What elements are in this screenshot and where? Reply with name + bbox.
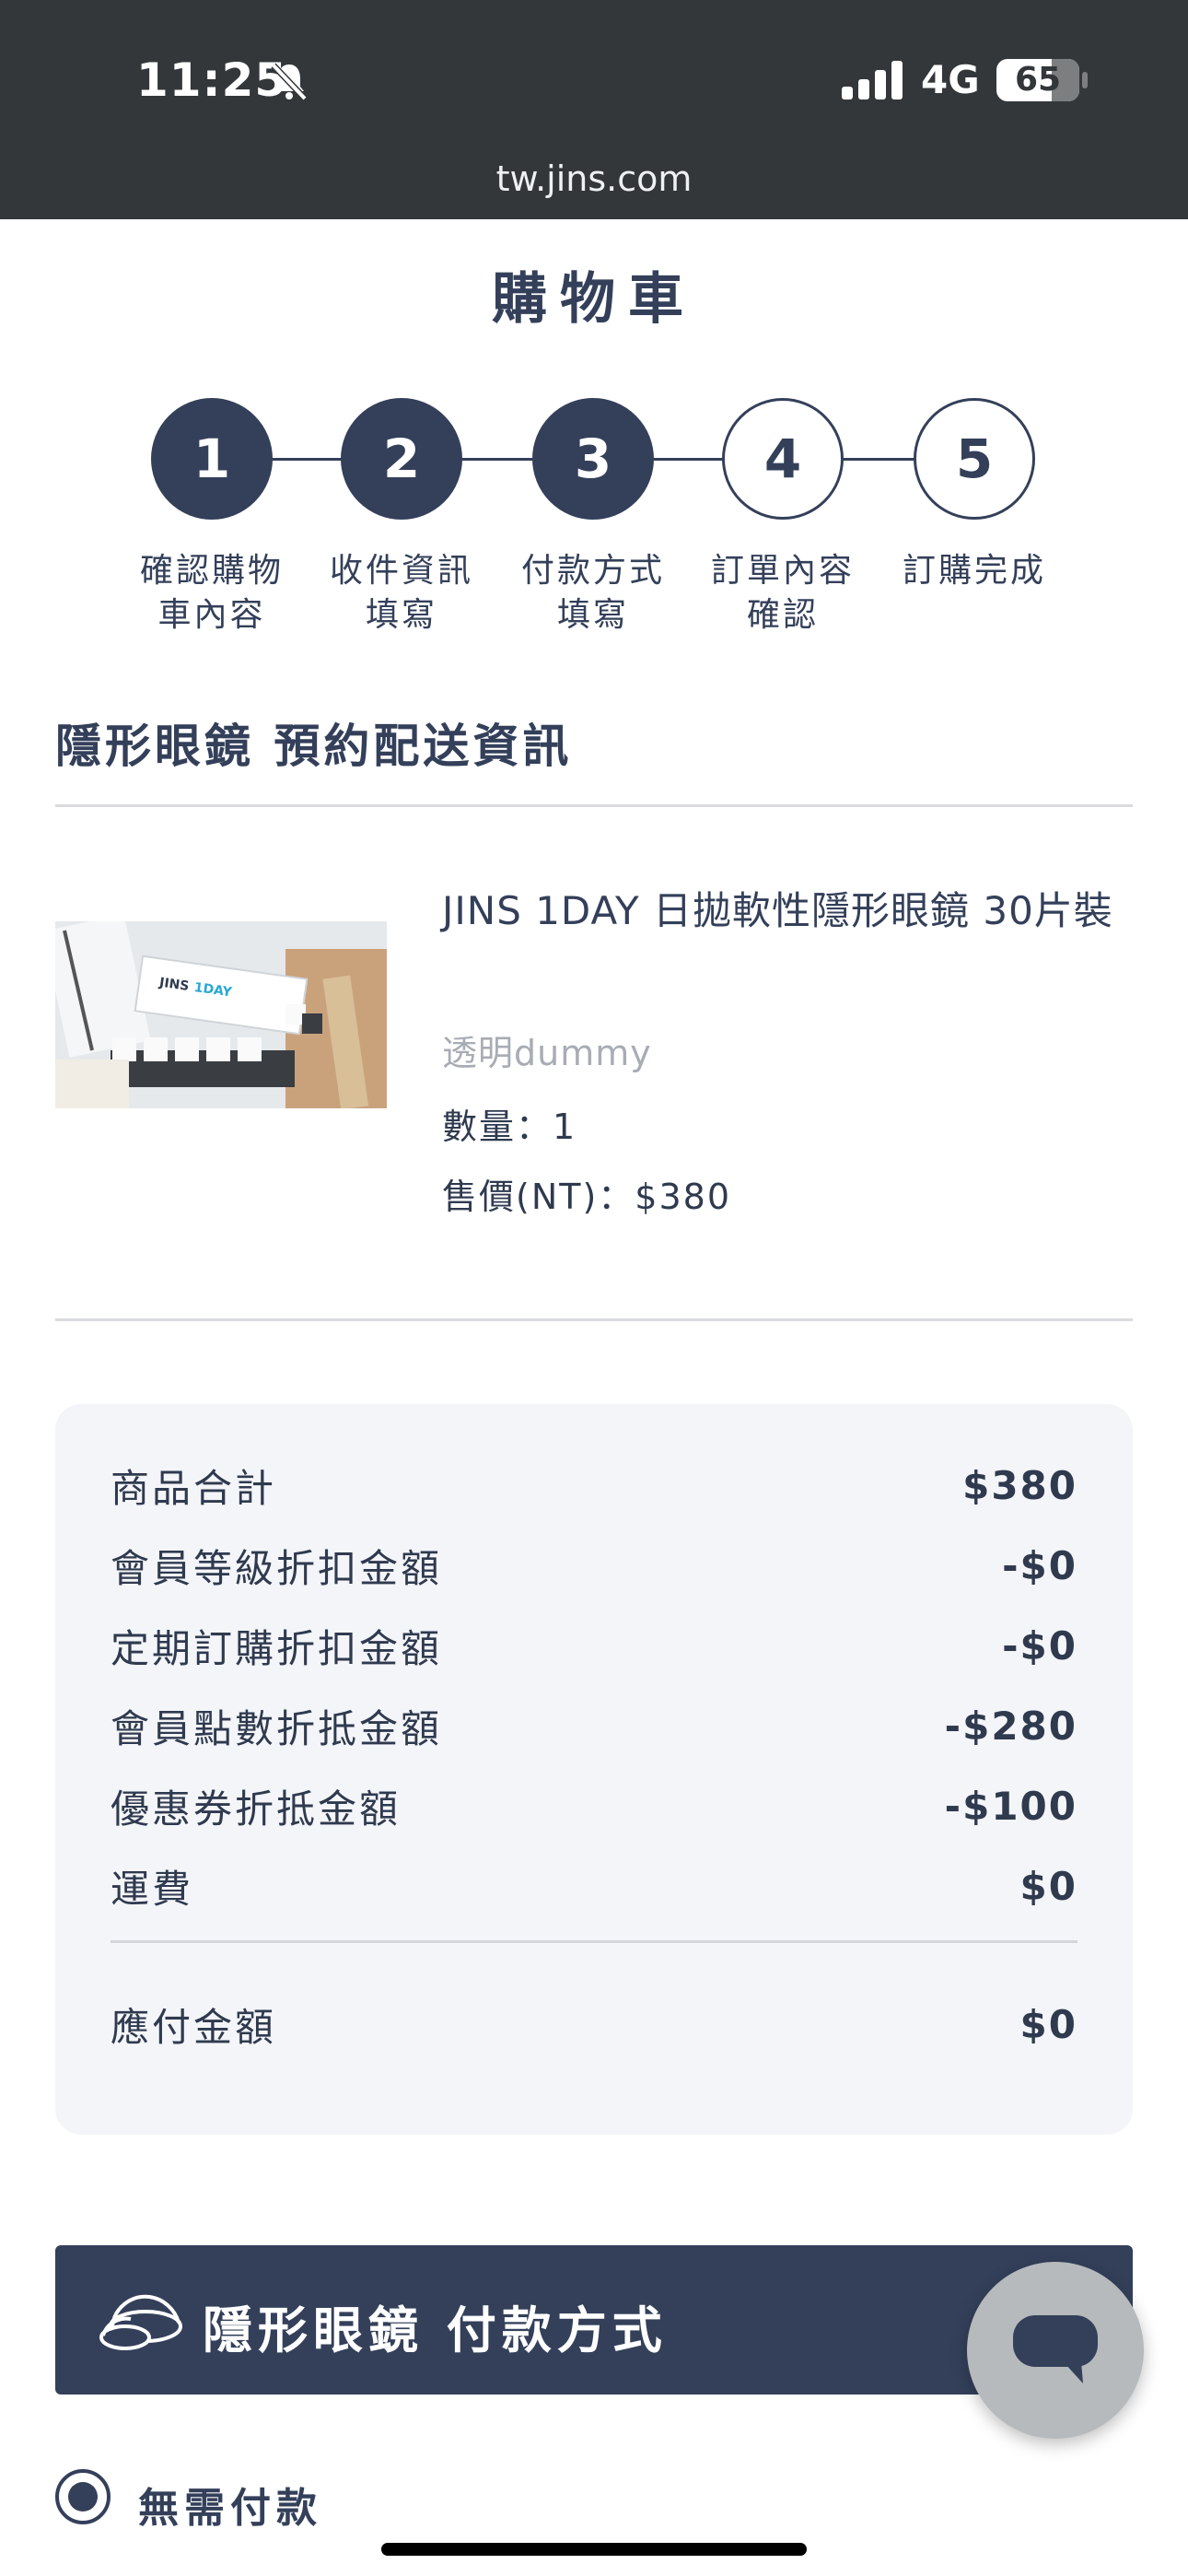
summary-label: 會員等級折扣金額 [111,1545,443,1591]
step-2: 2 收件資訊 填寫 [309,398,494,638]
browser-top-bar: 11:25 4G 65 tw.jins.com [0,0,1188,219]
product-image[interactable]: JINS 1DAY [55,921,387,1108]
contact-lens-icon [99,2294,182,2350]
step-label: 付款方式 填寫 [520,552,665,634]
summary-row-subtotal: 商品合計 $380 [111,1458,1077,1513]
order-summary: 商品合計 $380 會員等級折扣金額 -$0 定期訂購折扣金額 -$0 會員點數… [55,1404,1133,2135]
step-circle: 1 [151,398,273,520]
summary-row-total: 應付金額 $0 [111,1996,1077,2052]
step-4: 4 訂單內容 確認 [691,398,875,638]
payment-option-label[interactable]: 無需付款 [138,2475,322,2534]
summary-label: 商品合計 [111,1465,277,1511]
step-label: 收件資訊 填寫 [329,552,473,634]
divider [55,804,1133,807]
summary-row-coupon: 優惠券折抵金額 -$100 [111,1778,1077,1833]
product-price: 售價(NT)：$380 [442,1177,731,1217]
product-name[interactable]: JINS 1DAY 日拋軟性隱形眼鏡 30片裝 [442,884,1124,938]
step-label: 確認購物 車內容 [139,552,284,634]
step-circle: 4 [722,398,844,520]
summary-row-points: 會員點數折抵金額 -$280 [111,1698,1077,1753]
summary-row-subscription-discount: 定期訂購折扣金額 -$0 [111,1618,1077,1673]
summary-divider [111,1940,1077,1943]
step-label: 訂單內容 確認 [710,552,855,634]
summary-value: -$0 [1002,1622,1077,1669]
step-5: 5 訂購完成 [882,398,1066,593]
summary-value: -$100 [944,1783,1077,1829]
cell-signal-icon [842,61,903,100]
home-indicator[interactable] [381,2543,807,2556]
total-label: 應付金額 [111,2004,277,2050]
step-1: 1 確認購物 車內容 [120,398,304,638]
silent-bell-icon [271,63,308,101]
chat-bubble-icon [1013,2315,1098,2383]
divider [55,1318,1133,1321]
summary-row-member-discount: 會員等級折扣金額 -$0 [111,1538,1077,1593]
network-type: 4G [921,57,980,102]
step-label: 訂購完成 [902,552,1046,590]
summary-row-shipping: 運費 $0 [111,1858,1077,1914]
payment-section-title: 隱形眼鏡 付款方式 [203,2301,668,2359]
step-3: 3 付款方式 填寫 [501,398,685,638]
step-circle: 5 [914,398,1035,520]
summary-value: $380 [962,1462,1077,1508]
payment-option-radio[interactable] [55,2469,111,2524]
summary-value: -$0 [1002,1542,1077,1588]
step-circle: 2 [341,398,462,520]
summary-value: -$280 [944,1703,1077,1749]
delivery-section-heading: 隱形眼鏡 預約配送資訊 [55,720,573,773]
summary-label: 運費 [111,1866,194,1912]
battery-icon: 65 [996,59,1079,101]
chat-button[interactable] [967,2262,1144,2439]
total-value: $0 [1019,2001,1077,2047]
battery-tip [1082,72,1088,88]
summary-label: 定期訂購折扣金額 [111,1625,443,1671]
step-circle: 3 [532,398,654,520]
summary-label: 優惠券折抵金額 [111,1786,402,1832]
url-bar[interactable]: tw.jins.com [0,158,1188,199]
battery-level: 65 [1014,61,1062,99]
summary-value: $0 [1019,1863,1077,1909]
summary-label: 會員點數折抵金額 [111,1705,443,1751]
product-quantity: 數量：1 [442,1107,577,1147]
product-color: 透明dummy [442,1033,652,1073]
page-title: 購物車 [492,267,696,332]
status-time: 11:25 [136,53,288,107]
